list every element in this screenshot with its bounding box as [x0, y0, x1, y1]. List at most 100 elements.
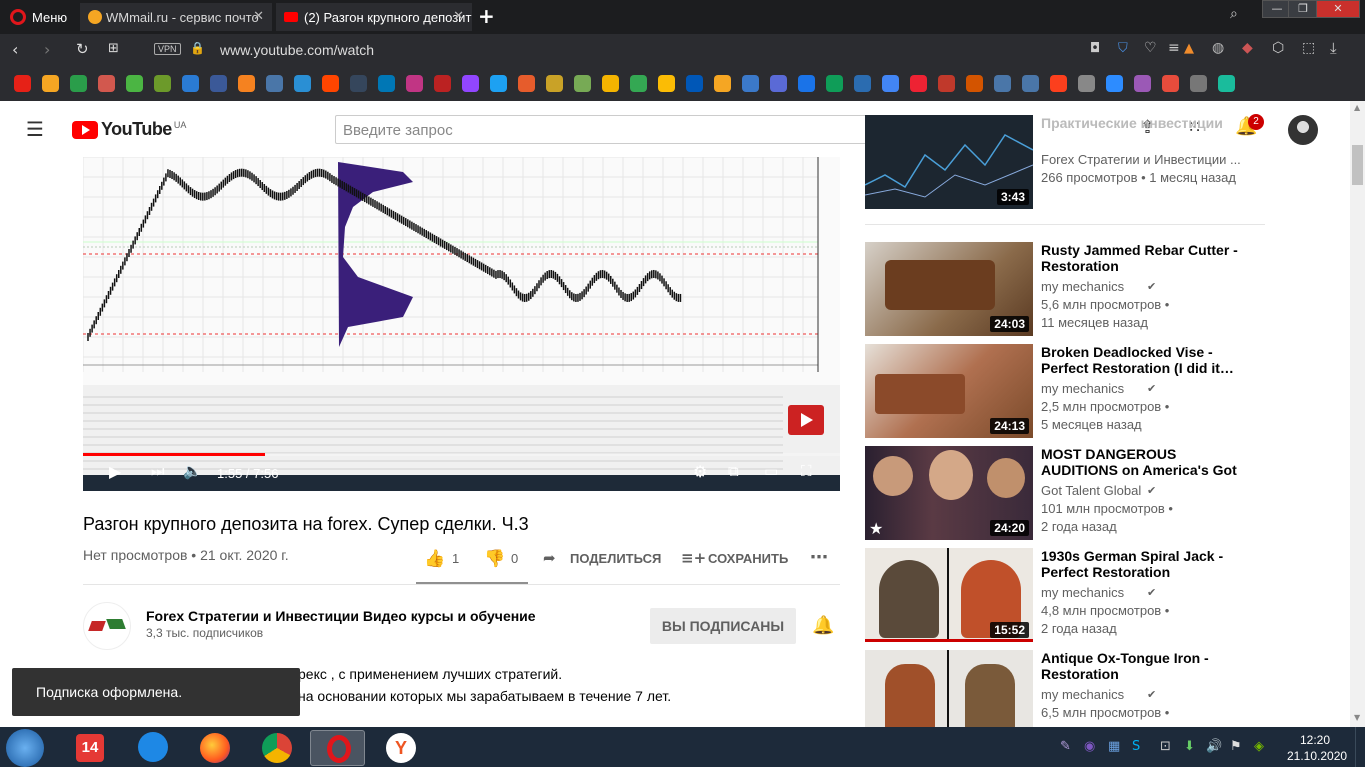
linkedin-bookmark-icon[interactable]: [378, 75, 395, 92]
bookmark-icon[interactable]: [798, 75, 815, 92]
video-thumbnail[interactable]: 15:52: [865, 548, 1033, 642]
settings-gear-icon[interactable]: ⚙: [693, 462, 707, 481]
cube-icon[interactable]: ◆: [1242, 40, 1253, 56]
scrollbar[interactable]: ▲ ▼: [1350, 101, 1365, 727]
channel-name[interactable]: Forex Стратегии и Инвестиции Видео курсы…: [146, 608, 536, 624]
recommendation-item[interactable]: 24:03 Rusty Jammed Rebar Cutter - Restor…: [865, 242, 1265, 338]
channel-avatar[interactable]: [83, 602, 131, 650]
recommendation-channel[interactable]: Got Talent Global: [1041, 483, 1141, 498]
maps-bookmark-icon[interactable]: [630, 75, 647, 92]
bookmark-icon[interactable]: [574, 75, 591, 92]
play-icon[interactable]: ▶: [109, 462, 121, 481]
tab-youtube[interactable]: (2) Разгон крупного депозит ✕: [276, 3, 472, 31]
progress-bar[interactable]: [83, 453, 840, 456]
recommendation-channel[interactable]: my mechanics: [1041, 687, 1124, 702]
zoom-bookmark-icon[interactable]: [1106, 75, 1123, 92]
recommendation-title[interactable]: Broken Deadlocked Vise - Perfect Restora…: [1041, 344, 1241, 376]
instagram-bookmark-icon[interactable]: [406, 75, 423, 92]
subscribed-button[interactable]: ВЫ ПОДПИСАНЫ: [650, 608, 796, 644]
tab-wmmail[interactable]: WMmail.ru - сервис почто ✕: [80, 3, 272, 31]
vk-bookmark-icon[interactable]: [1022, 75, 1039, 92]
tab-grid-icon[interactable]: ⊞: [108, 41, 119, 56]
more-actions-icon[interactable]: ⋯: [810, 547, 828, 568]
scroll-down-icon[interactable]: ▼: [1354, 713, 1360, 722]
tray-app-icon[interactable]: ▦: [1108, 739, 1120, 754]
facebook-bookmark-icon[interactable]: [210, 75, 227, 92]
recommendation-item[interactable]: ★ 24:20 MOST DANGEROUS AUDITIONS on Amer…: [865, 446, 1265, 542]
scroll-up-icon[interactable]: ▲: [1354, 103, 1360, 112]
close-tab-icon[interactable]: ✕: [253, 9, 264, 24]
bookmark-icon[interactable]: [938, 75, 955, 92]
clock-time[interactable]: 12:20: [1300, 733, 1330, 747]
gmail-bookmark-icon[interactable]: [602, 75, 619, 92]
extension-icon[interactable]: ▲: [1184, 41, 1194, 56]
taskbar-app-moon[interactable]: [124, 730, 179, 766]
save-button[interactable]: СОХРАНИТЬ: [708, 551, 788, 566]
recommendation-title[interactable]: Antique Ox-Tongue Iron - Restoration: [1041, 650, 1241, 682]
video-thumbnail[interactable]: 24:13: [865, 344, 1033, 438]
recommendation-item[interactable]: 3:43 Практические инвестиции Forex Страт…: [865, 115, 1265, 211]
odnoklassniki-bookmark-icon[interactable]: [238, 75, 255, 92]
forward-icon[interactable]: ›: [44, 40, 50, 59]
reddit-bookmark-icon[interactable]: [322, 75, 339, 92]
bookmark-icon[interactable]: [1218, 75, 1235, 92]
hamburger-menu-icon[interactable]: ☰: [26, 117, 44, 141]
bookmark-icon[interactable]: [910, 75, 927, 92]
theater-mode-icon[interactable]: ▭: [764, 462, 778, 480]
dislike-icon[interactable]: 👎: [484, 549, 505, 569]
video-thumbnail[interactable]: 24:03: [865, 242, 1033, 336]
bookmark-icon[interactable]: [1134, 75, 1151, 92]
bookmark-icon[interactable]: [714, 75, 731, 92]
tray-viber-icon[interactable]: ◉: [1084, 739, 1095, 754]
share-button[interactable]: ПОДЕЛИТЬСЯ: [570, 551, 661, 566]
youtube-bookmark-icon[interactable]: [14, 75, 31, 92]
box-icon[interactable]: ⬡: [1272, 40, 1284, 56]
taskbar-app-14[interactable]: 14: [62, 730, 117, 766]
taskbar-opera[interactable]: [310, 730, 365, 766]
recommendation-channel[interactable]: my mechanics: [1041, 279, 1124, 294]
video-thumbnail[interactable]: [865, 650, 1033, 727]
bookmark-icon[interactable]: [434, 75, 451, 92]
search-tabs-icon[interactable]: ⌕: [1230, 6, 1238, 22]
settings-easy-setup-icon[interactable]: ≡: [1168, 40, 1180, 56]
bookmark-icon[interactable]: [154, 75, 171, 92]
tray-nvidia-icon[interactable]: ◈: [1254, 739, 1264, 754]
tray-download-icon[interactable]: ⬇: [1184, 739, 1195, 754]
tray-volume-icon[interactable]: 🔊: [1206, 739, 1222, 754]
bookmark-icon[interactable]: [294, 75, 311, 92]
vk-bookmark-icon[interactable]: [266, 75, 283, 92]
recommendation-channel[interactable]: my mechanics: [1041, 585, 1124, 600]
recommendation-item[interactable]: Antique Ox-Tongue Iron - Restoration my …: [865, 650, 1265, 727]
close-window-button[interactable]: ✕: [1316, 0, 1360, 18]
video-player[interactable]: ▶ ⏭ 🔈 1:55 / 7:56 ⚙ ⧉ ▭ ⛶: [83, 157, 840, 491]
heart-icon[interactable]: ♡: [1144, 40, 1157, 56]
bookmark-icon[interactable]: [518, 75, 535, 92]
recommendation-channel[interactable]: Forex Стратегии и Инвестиции ...: [1041, 152, 1241, 167]
camera-icon[interactable]: ◘: [1090, 41, 1100, 56]
notification-bell-icon[interactable]: 🔔: [812, 615, 834, 636]
miniplayer-icon[interactable]: ⧉: [728, 462, 739, 480]
wmmail-bookmark-icon[interactable]: [42, 75, 59, 92]
download-icon[interactable]: ⤓: [1330, 39, 1337, 57]
tumblr-bookmark-icon[interactable]: [350, 75, 367, 92]
show-desktop-button[interactable]: [1355, 727, 1365, 767]
save-playlist-icon[interactable]: ≡+: [681, 549, 706, 567]
bookmark-icon[interactable]: [826, 75, 843, 92]
recommendation-channel[interactable]: my mechanics: [1041, 381, 1124, 396]
shield-icon[interactable]: ⛉: [1118, 41, 1128, 56]
bookmark-icon[interactable]: [126, 75, 143, 92]
recommendation-title[interactable]: Rusty Jammed Rebar Cutter - Restoration: [1041, 242, 1241, 274]
recommendation-title[interactable]: Практические инвестиции: [1041, 115, 1241, 131]
maximize-button[interactable]: ❐: [1288, 0, 1318, 18]
bookmark-icon[interactable]: [546, 75, 563, 92]
tray-feather-icon[interactable]: ✎: [1060, 739, 1071, 754]
recommendation-item[interactable]: 24:13 Broken Deadlocked Vise - Perfect R…: [865, 344, 1265, 440]
back-icon[interactable]: ‹: [12, 40, 18, 59]
twitch-bookmark-icon[interactable]: [462, 75, 479, 92]
bookmark-icon[interactable]: [686, 75, 703, 92]
video-thumbnail[interactable]: ★ 24:20: [865, 446, 1033, 540]
bookmark-icon[interactable]: [70, 75, 87, 92]
avatar[interactable]: [1288, 115, 1318, 145]
close-tab-icon[interactable]: ✕: [453, 9, 464, 24]
clock-date[interactable]: 21.10.2020: [1287, 749, 1347, 763]
